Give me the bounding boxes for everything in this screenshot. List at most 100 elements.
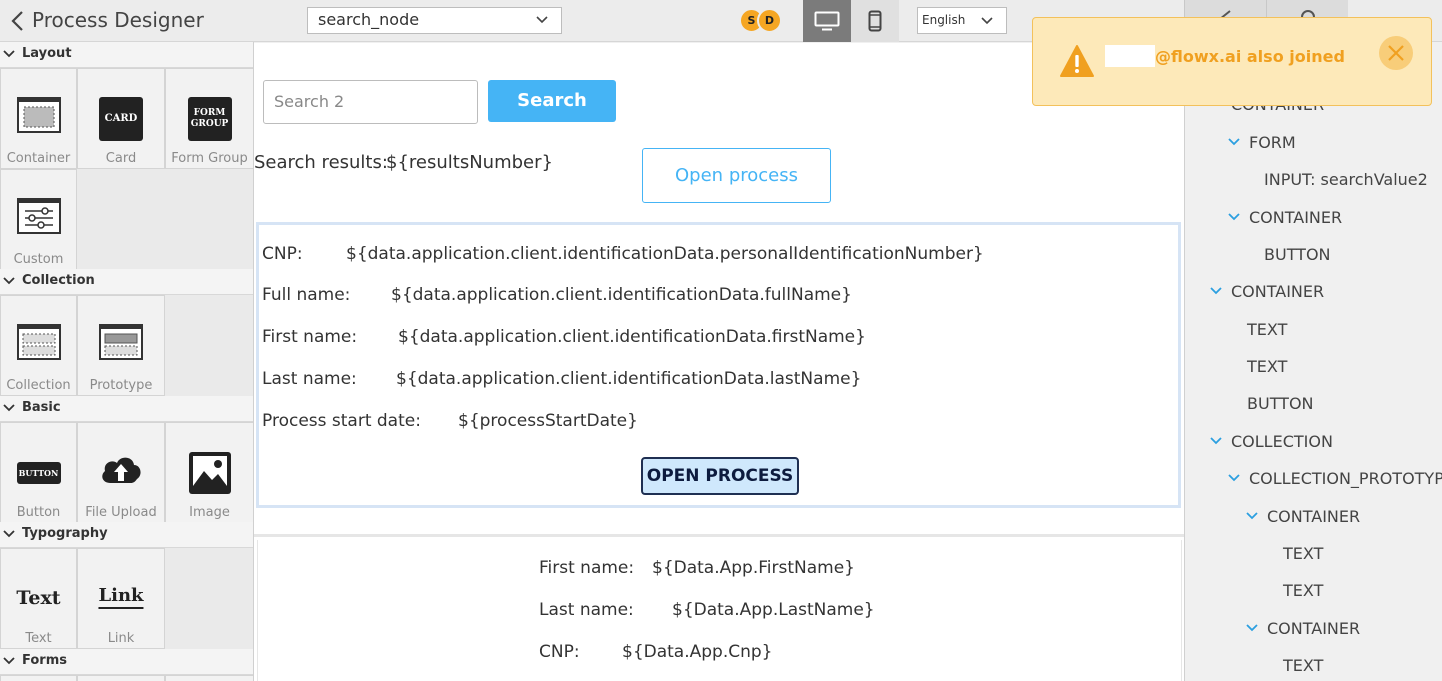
chevron-down-icon[interactable]	[1227, 471, 1241, 485]
palette-tile[interactable]	[77, 675, 165, 681]
palette-tile-text[interactable]: Text Text	[0, 548, 77, 649]
chevron-down-icon[interactable]	[1245, 509, 1259, 523]
detail-card[interactable]: CNP: ${data.application.client.identific…	[256, 222, 1181, 508]
language-select[interactable]: English	[917, 7, 1007, 34]
tree-item-collection-prototype[interactable]: COLLECTION_PROTOTYPE	[1249, 469, 1442, 488]
close-icon	[1388, 45, 1404, 61]
palette-tile[interactable]	[0, 675, 77, 681]
chevron-down-icon[interactable]	[1209, 434, 1223, 448]
detail-label: CNP:	[539, 642, 580, 662]
redacted-username	[1105, 45, 1155, 67]
detail-label: First name:	[539, 558, 635, 578]
detail-row-cnp: CNP: ${data.application.client.identific…	[262, 244, 984, 264]
tree-item-container[interactable]: CONTAINER	[1249, 208, 1342, 227]
close-button[interactable]	[1379, 36, 1413, 70]
palette-tile-link[interactable]: Link Link	[77, 548, 165, 649]
tree-item-button[interactable]: BUTTON	[1247, 394, 1314, 413]
tree-item-container[interactable]: CONTAINER	[1267, 619, 1360, 638]
chevron-down-icon[interactable]	[1209, 284, 1223, 298]
node-select[interactable]: search_node	[307, 7, 562, 34]
tree-item-text[interactable]: TEXT	[1283, 581, 1323, 600]
palette-section-collection[interactable]: Collection	[0, 269, 253, 295]
tile-label: File Upload	[85, 505, 157, 520]
link-icon: Link	[98, 585, 144, 609]
open-process-button[interactable]: Open process	[642, 148, 831, 203]
chevron-down-icon[interactable]	[1227, 210, 1241, 224]
results-value: ${resultsNumber}	[386, 152, 553, 173]
app-title: Process Designer	[32, 8, 204, 32]
container-icon	[16, 97, 61, 133]
tree-item-input[interactable]: INPUT: searchValue2	[1264, 170, 1428, 189]
toast-message: @flowx.ai also joined	[1155, 47, 1345, 66]
tree-item-container[interactable]: CONTAINER	[1267, 507, 1360, 526]
prototype-icon	[99, 324, 143, 360]
avatar[interactable]: D	[757, 8, 782, 33]
open-process-primary-button[interactable]: OPEN PROCESS	[641, 457, 799, 495]
component-palette: Layout Container CARD Card FORM GROUP Fo…	[0, 42, 254, 681]
detail-value: ${Data.App.FirstName}	[652, 558, 855, 578]
back-chevron-icon[interactable]	[8, 9, 28, 33]
divider	[254, 509, 1184, 537]
palette-section-label: Forms	[22, 653, 67, 668]
cloud-upload-icon	[102, 457, 141, 483]
search-button[interactable]: Search	[488, 80, 616, 122]
palette-tile-collection[interactable]: Collection	[0, 295, 77, 396]
palette-section-forms[interactable]: Forms	[0, 649, 253, 675]
palette-tile-prototype[interactable]: Prototype	[77, 295, 165, 396]
chevron-down-icon	[3, 277, 15, 285]
palette-tile-file-upload[interactable]: File Upload	[77, 422, 165, 523]
tree-item-container[interactable]: CONTAINER	[1231, 282, 1324, 301]
tree-item-form[interactable]: FORM	[1249, 133, 1296, 152]
tile-label: Collection	[6, 378, 71, 393]
proto-row-first-name: First name: ${Data.App.FirstName}	[539, 558, 855, 578]
image-icon	[188, 452, 231, 494]
tree-item-button[interactable]: BUTTON	[1264, 245, 1331, 264]
warning-icon	[1060, 45, 1094, 77]
tile-label: Card	[105, 151, 137, 166]
detail-row-full-name: Full name: ${data.application.client.ide…	[262, 285, 852, 305]
desktop-view-button[interactable]	[803, 0, 851, 42]
palette-section-label: Typography	[22, 526, 108, 541]
detail-label: Last name:	[539, 600, 634, 620]
form-group-glyph: GROUP	[190, 119, 229, 129]
sliders-icon	[16, 198, 61, 234]
palette-tile-container[interactable]: Container	[0, 68, 77, 169]
detail-row-process-start-date: Process start date: ${processStartDate}	[262, 411, 638, 431]
detail-value: ${data.application.client.identification…	[396, 369, 862, 389]
tile-label: Container	[6, 151, 71, 166]
detail-value: ${Data.App.LastName}	[672, 600, 875, 620]
mobile-icon	[868, 10, 882, 32]
palette-section-label: Collection	[22, 273, 95, 288]
palette-tile-card[interactable]: CARD Card	[77, 68, 165, 169]
search-input[interactable]: Search 2	[263, 80, 478, 124]
palette-tile-form-group[interactable]: FORM GROUP Form Group	[165, 68, 253, 169]
collection-prototype-card[interactable]: First name: ${Data.App.FirstName} Last n…	[257, 540, 1182, 681]
chevron-down-icon	[536, 16, 548, 24]
design-canvas: Search 2 Search Search results: ${result…	[254, 43, 1184, 681]
palette-section-typography[interactable]: Typography	[0, 522, 253, 548]
chevron-down-icon[interactable]	[1245, 621, 1259, 635]
palette-section-label: Basic	[22, 400, 61, 415]
tree-item-text[interactable]: TEXT	[1283, 544, 1323, 563]
palette-tile-custom[interactable]: Custom	[0, 169, 77, 270]
detail-label: Process start date:	[262, 411, 421, 431]
palette-tile-button[interactable]: BUTTON Button	[0, 422, 77, 523]
tree-item-text[interactable]: TEXT	[1247, 320, 1287, 339]
detail-label: Last name:	[262, 369, 357, 389]
chevron-down-icon[interactable]	[1227, 135, 1241, 149]
palette-tile-image[interactable]: Image	[165, 422, 253, 523]
button-icon: BUTTON	[16, 462, 61, 484]
chevron-down-icon	[3, 404, 15, 412]
mobile-view-button[interactable]	[851, 0, 899, 42]
palette-section-basic[interactable]: Basic	[0, 396, 253, 422]
palette-tile[interactable]	[165, 675, 253, 681]
tree-item-text[interactable]: TEXT	[1283, 656, 1323, 675]
tree-item-collection[interactable]: COLLECTION	[1231, 432, 1333, 451]
palette-section-layout[interactable]: Layout	[0, 42, 253, 68]
user-joined-toast: @flowx.ai also joined	[1032, 17, 1432, 106]
chevron-down-icon	[3, 50, 15, 58]
tree-item-text[interactable]: TEXT	[1247, 357, 1287, 376]
tile-label: Custom	[13, 252, 64, 267]
tile-label: Image	[189, 505, 230, 520]
proto-row-last-name: Last name: ${Data.App.LastName}	[539, 600, 875, 620]
